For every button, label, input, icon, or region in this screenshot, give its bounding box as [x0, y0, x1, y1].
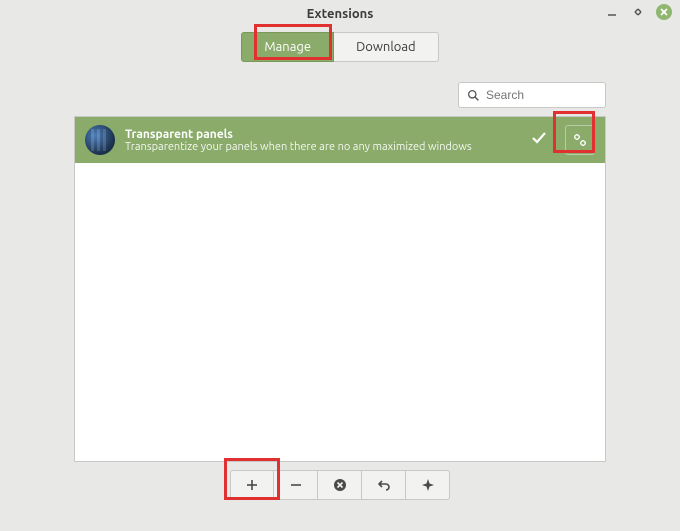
search-input[interactable]	[486, 88, 597, 102]
sparkle-icon	[421, 478, 435, 492]
window-title: Extensions	[307, 7, 374, 21]
search-row	[0, 70, 680, 116]
close-button[interactable]	[656, 4, 672, 20]
gear-icon	[572, 132, 588, 148]
circle-x-icon	[333, 478, 347, 492]
tab-manage[interactable]: Manage	[241, 32, 334, 62]
minimize-button[interactable]	[604, 4, 620, 20]
tab-download[interactable]: Download	[334, 32, 439, 62]
check-icon	[523, 130, 555, 150]
extension-icon	[85, 125, 115, 155]
titlebar: Extensions	[0, 0, 680, 28]
maximize-button[interactable]	[630, 4, 646, 20]
info-button[interactable]	[406, 470, 450, 500]
plus-icon	[246, 479, 258, 491]
window-controls	[604, 4, 672, 20]
toolbar	[74, 470, 606, 500]
extension-title: Transparent panels	[125, 128, 513, 141]
remove-button[interactable]	[274, 470, 318, 500]
minus-icon	[290, 479, 302, 491]
search-icon	[467, 89, 480, 102]
settings-button[interactable]	[565, 125, 595, 155]
tab-bar: Manage Download	[0, 28, 680, 70]
undo-icon	[377, 478, 391, 492]
add-button[interactable]	[230, 470, 274, 500]
extensions-list: Transparent panels Transparentize your p…	[74, 116, 606, 462]
search-box[interactable]	[458, 82, 606, 108]
extension-item[interactable]: Transparent panels Transparentize your p…	[75, 117, 605, 163]
extension-text: Transparent panels Transparentize your p…	[125, 128, 513, 153]
undo-button[interactable]	[362, 470, 406, 500]
extension-description: Transparentize your panels when there ar…	[125, 141, 513, 153]
disable-button[interactable]	[318, 470, 362, 500]
